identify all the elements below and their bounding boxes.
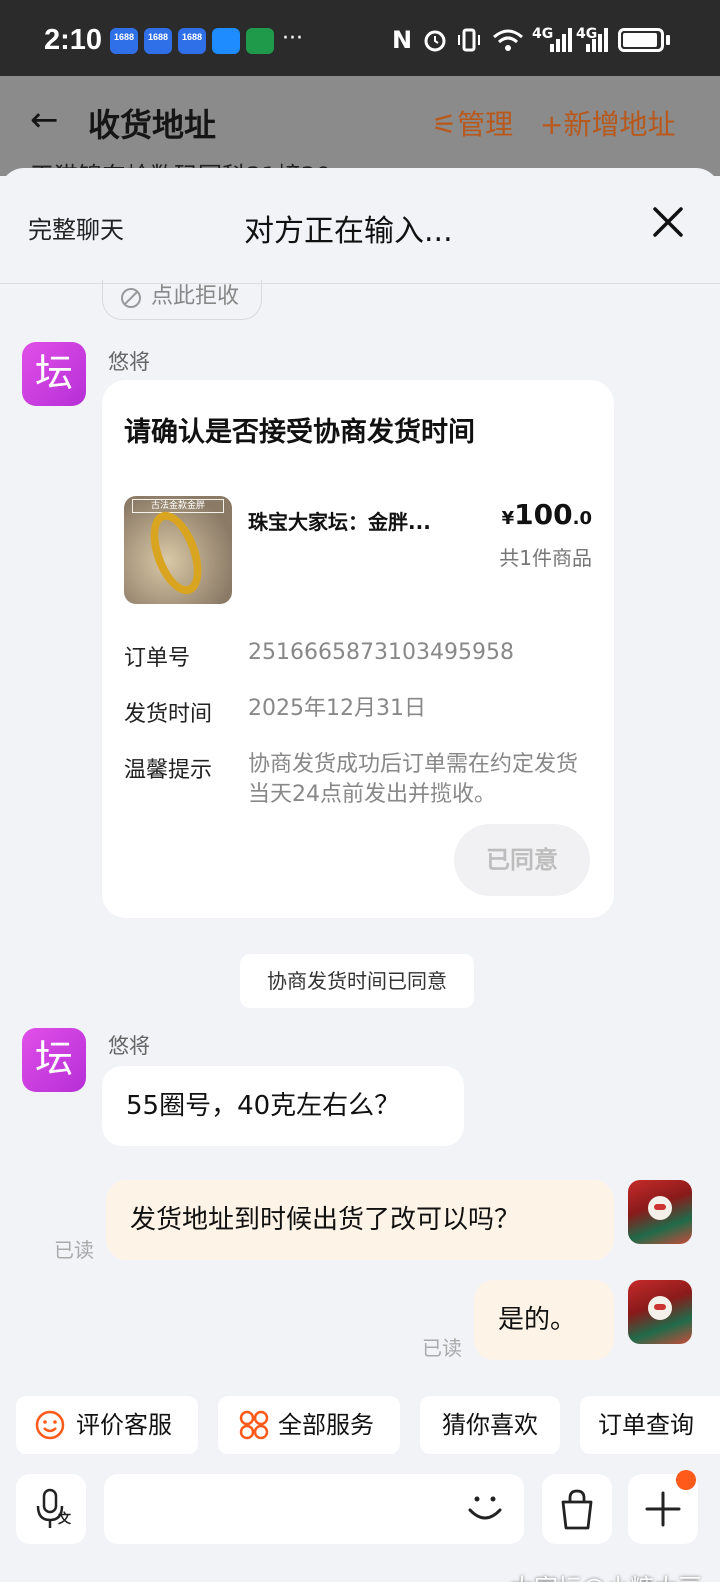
battery-tip <box>666 35 670 45</box>
merchant-logo-icon: 坛 <box>34 351 73 395</box>
ship-time-label: 发货时间 <box>124 702 213 727</box>
quick-reply-bar: 评价客服 全部服务 猜你喜欢 订单查询 <box>0 1396 720 1454</box>
read-status: 已读 <box>422 1336 462 1360</box>
watermark: 大家坛@小糖大豆 <box>510 1568 702 1582</box>
telecom-app-icon <box>246 28 274 54</box>
app-badge-icon: 1688 <box>110 28 138 54</box>
chat-sheet: 完整聊天 对方正在输入... 点此拒收 坛 悠将 请确认是否接受协商发货时间 古… <box>0 168 720 1582</box>
reject-icon <box>121 288 141 308</box>
item-count: 共1件商品 <box>499 546 592 570</box>
add-address-button: +新增地址 <box>540 103 675 143</box>
bag-icon <box>561 1489 593 1530</box>
my-avatar[interactable] <box>628 1280 692 1344</box>
message-input[interactable] <box>104 1474 524 1544</box>
price-decimal: .0 <box>572 508 592 529</box>
negotiation-card: 请确认是否接受协商发货时间 古法金款金胖 珠宝大家坛：金胖... ¥100.0 … <box>102 380 614 918</box>
more-notifications-icon: ··· <box>282 26 303 51</box>
tip-label: 温馨提示 <box>124 758 213 783</box>
voice-to-text-label: 文 <box>58 1512 72 1527</box>
voice-button[interactable]: 文 <box>16 1474 86 1544</box>
outgoing-message[interactable]: 发货地址到时候出货了改可以吗？ <box>106 1180 614 1260</box>
outgoing-message[interactable]: 是的。 <box>474 1280 614 1360</box>
merchant-avatar[interactable]: 坛 <box>22 1028 86 1092</box>
incoming-message[interactable]: 55圈号，40克左右么？ <box>102 1066 464 1146</box>
my-avatar[interactable] <box>628 1180 692 1244</box>
avatar-figure <box>648 1296 672 1320</box>
price-currency: ¥ <box>501 508 515 529</box>
back-arrow-icon: ← <box>30 100 59 140</box>
close-icon[interactable] <box>650 204 686 240</box>
chat-header: 完整聊天 对方正在输入... <box>0 168 720 284</box>
bangle-graphic <box>140 505 212 601</box>
merchant-avatar[interactable]: 坛 <box>22 342 86 406</box>
alarm-icon <box>424 30 446 52</box>
product-name[interactable]: 珠宝大家坛：金胖... <box>248 506 431 535</box>
signal-icon <box>550 28 572 52</box>
chip-all-services[interactable]: 全部服务 <box>218 1396 400 1454</box>
emoji-icon[interactable] <box>462 1484 508 1530</box>
agreed-button: 已同意 <box>454 824 590 896</box>
chat-title: 对方正在输入... <box>244 214 453 249</box>
chip-guess-you-like[interactable]: 猜你喜欢 <box>420 1396 560 1454</box>
input-bar: 文 <box>0 1470 720 1582</box>
message-app-icon <box>212 28 240 54</box>
reject-delivery-button[interactable]: 点此拒收 <box>102 280 262 320</box>
smiley-icon <box>35 1410 65 1440</box>
sliders-icon: ⚟ <box>432 108 458 141</box>
plus-icon <box>645 1491 681 1527</box>
full-chat-link[interactable]: 完整聊天 <box>28 210 124 245</box>
battery-icon <box>618 28 664 52</box>
product-price: ¥100.0 <box>502 498 592 531</box>
chip-label: 全部服务 <box>278 1411 374 1439</box>
tip-value: 协商发货成功后订单需在约定发货当天24点前发出并揽收。 <box>248 752 579 807</box>
address-page-title: 收货地址 <box>88 106 217 144</box>
shopping-bag-button[interactable] <box>542 1474 612 1544</box>
product-image-caption: 古法金款金胖 <box>132 499 224 513</box>
signal-icon <box>586 28 608 52</box>
manage-button: ⚟管理 <box>432 103 513 143</box>
notification-dot <box>676 1470 696 1490</box>
sender-name: 悠将 <box>108 350 150 374</box>
manage-label: 管理 <box>457 108 514 141</box>
app-badge-icon: 1688 <box>144 28 172 54</box>
card-title: 请确认是否接受协商发货时间 <box>124 417 475 448</box>
plus-icon: + <box>540 108 564 141</box>
nfc-icon: N <box>392 26 413 54</box>
reject-label: 点此拒收 <box>151 284 240 309</box>
status-time: 2:10 <box>44 24 103 56</box>
price-integer: 100 <box>514 498 573 531</box>
status-bar: 2:10 1688 1688 1688 ··· N 4G 4G <box>0 0 720 76</box>
order-number-value: 2516665873103495958 <box>248 640 514 665</box>
order-number-label: 订单号 <box>124 646 191 671</box>
wifi-icon <box>493 29 523 51</box>
chip-order-query[interactable]: 订单查询 <box>580 1396 720 1454</box>
grid-icon <box>239 1410 269 1440</box>
sender-name: 悠将 <box>108 1034 150 1058</box>
add-address-label: 新增地址 <box>563 108 676 141</box>
read-status: 已读 <box>54 1238 94 1262</box>
background-address-page: ← 收货地址 ⚟管理 +新增地址 天猫锦东岭数码园科31幢30... <box>0 76 720 190</box>
vibrate-icon <box>458 28 480 52</box>
product-image[interactable]: 古法金款金胖 <box>124 496 232 604</box>
system-notice: 协商发货时间已同意 <box>240 954 474 1008</box>
chip-rate-service[interactable]: 评价客服 <box>16 1396 198 1454</box>
chip-label: 评价客服 <box>76 1411 172 1439</box>
avatar-figure <box>648 1196 672 1220</box>
app-badge-icon: 1688 <box>178 28 206 54</box>
ship-time-value: 2025年12月31日 <box>248 696 426 721</box>
merchant-logo-icon: 坛 <box>34 1037 73 1081</box>
